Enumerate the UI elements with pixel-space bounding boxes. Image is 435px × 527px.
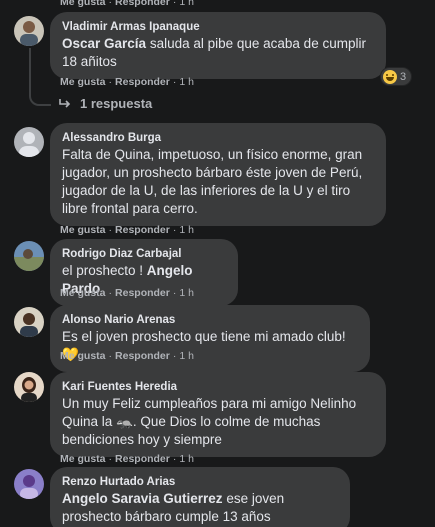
like-link[interactable]: Me gusta xyxy=(60,0,106,8)
comment-author[interactable]: Alessandro Burga xyxy=(62,131,374,146)
like-link[interactable]: Me gusta xyxy=(60,453,106,465)
comment-bubble: Alessandro Burga Falta de Quina, impetuo… xyxy=(50,123,386,226)
reply-link[interactable]: Responder xyxy=(115,350,170,362)
like-link[interactable]: Me gusta xyxy=(60,76,106,88)
comment-bubble: Vladimir Armas Ipanaque Oscar García sal… xyxy=(50,12,386,79)
comment-text: Falta de Quina, impetuoso, un físico eno… xyxy=(62,147,363,216)
comment-actions: Me gusta · Responder · 1 h xyxy=(60,224,194,236)
comment-text: Un muy Feliz cumpleaños para mi amigo Ne… xyxy=(62,396,357,447)
comment-text: Oscar García saluda al pibe que acaba de… xyxy=(62,36,366,69)
avatar[interactable] xyxy=(14,16,44,46)
thread-connector xyxy=(29,48,51,106)
comments-panel: Me gusta · Responder · 1 h Vladimir Armas Ip… xyxy=(0,0,435,527)
mention-link[interactable]: Oscar García xyxy=(62,36,146,51)
comment-bubble: Renzo Hurtado Arias Angelo Saravia Gutie… xyxy=(50,467,350,527)
comment-time[interactable]: 1 h xyxy=(179,350,194,362)
comment-actions: Me gusta · Responder · 1 h xyxy=(60,287,194,299)
like-link[interactable]: Me gusta xyxy=(60,350,106,362)
comment-time[interactable]: 1 h xyxy=(179,224,194,236)
comment-time[interactable]: 1 h xyxy=(179,453,194,465)
avatar[interactable] xyxy=(14,127,44,157)
comment-author[interactable]: Alonso Nario Arenas xyxy=(62,313,358,328)
comment-time[interactable]: 1 h xyxy=(179,287,194,299)
reply-arrow-icon xyxy=(59,98,71,108)
replies-label: 1 respuesta xyxy=(80,96,153,111)
comment-time[interactable]: 1 h xyxy=(179,76,194,88)
reply-link[interactable]: Responder xyxy=(115,453,170,465)
comment-bubble: Kari Fuentes Heredia Un muy Feliz cumple… xyxy=(50,372,386,457)
comment-author[interactable]: Vladimir Armas Ipanaque xyxy=(62,20,374,35)
reply-link[interactable]: Responder xyxy=(115,287,170,299)
avatar[interactable] xyxy=(14,241,44,271)
comment-time[interactable]: 1 h xyxy=(179,0,194,8)
comment-author[interactable]: Kari Fuentes Heredia xyxy=(62,380,374,395)
comment-actions: Me gusta · Responder · 1 h xyxy=(60,350,194,362)
reply-link[interactable]: Responder xyxy=(115,224,170,236)
mention-link[interactable]: Angelo Saravia Gutierrez xyxy=(62,491,223,506)
comment-text: Angelo Saravia Gutierrez ese joven prosh… xyxy=(62,491,285,524)
reply-link[interactable]: Responder xyxy=(115,0,170,8)
haha-reaction-icon xyxy=(383,69,397,84)
view-replies-button[interactable]: 1 respuesta xyxy=(58,96,152,111)
avatar[interactable] xyxy=(14,307,44,337)
comment-author[interactable]: Renzo Hurtado Arias xyxy=(62,475,338,490)
comment-actions: Me gusta · Responder · 1 h xyxy=(60,76,194,88)
comment-actions-top: Me gusta · Responder · 1 h xyxy=(60,0,194,8)
comment-author[interactable]: Rodrigo Diaz Carbajal xyxy=(62,247,226,262)
avatar[interactable] xyxy=(14,372,44,402)
avatar[interactable] xyxy=(14,469,44,499)
like-link[interactable]: Me gusta xyxy=(60,287,106,299)
like-link[interactable]: Me gusta xyxy=(60,224,106,236)
reply-link[interactable]: Responder xyxy=(115,76,170,88)
comment-actions: Me gusta · Responder · 1 h xyxy=(60,453,194,465)
reaction-count: 3 xyxy=(400,70,407,83)
reaction-summary[interactable]: 3 xyxy=(380,67,413,86)
